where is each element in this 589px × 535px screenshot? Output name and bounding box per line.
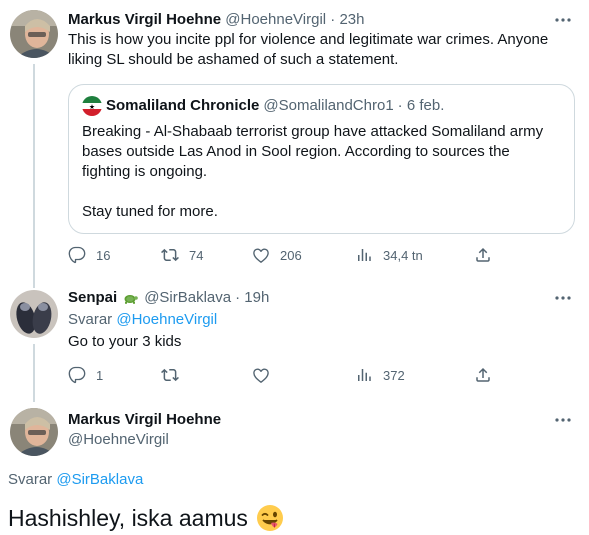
tweet-header: Senpai @SirBaklava · 19h <box>68 288 269 308</box>
reply-icon <box>68 366 86 384</box>
quoted-tweet[interactable]: Somaliland Chronicle @SomalilandChro1 · … <box>68 84 575 234</box>
timestamp[interactable]: · 19h <box>235 288 269 308</box>
action-bar: 16 74 206 34,4 tn <box>68 245 498 265</box>
share-icon <box>476 247 490 262</box>
avatar[interactable] <box>10 10 58 58</box>
like-button[interactable] <box>252 365 280 385</box>
retweet-button[interactable]: 74 <box>161 245 203 265</box>
retweet-icon <box>161 248 179 262</box>
views-icon <box>358 369 371 381</box>
quote-timestamp[interactable]: · 6 feb. <box>398 96 445 116</box>
reply-count: 16 <box>96 247 111 263</box>
share-button[interactable] <box>474 245 492 265</box>
reply-count: 1 <box>96 367 104 383</box>
views-icon <box>358 249 371 261</box>
views-button[interactable]: 372 <box>355 365 405 385</box>
heart-icon <box>253 248 269 263</box>
tweet-text: This is how you incite ppl for violence … <box>68 31 549 68</box>
avatar[interactable] <box>10 408 58 456</box>
author-block: Markus Virgil Hoehne @HoehneVirgil <box>68 410 221 450</box>
author-handle[interactable]: @HoehneVirgil <box>68 430 221 450</box>
reply-to-link[interactable]: @HoehneVirgil <box>116 311 217 328</box>
quote-header: Somaliland Chronicle @SomalilandChro1 · … <box>82 96 444 116</box>
reply-prefix: Svarar <box>68 311 113 328</box>
flag-avatar <box>82 96 102 116</box>
quote-author-name[interactable]: Somaliland Chronicle <box>106 96 259 116</box>
author-handle[interactable]: @SirBaklava <box>144 288 231 308</box>
tweet-2[interactable]: Senpai @SirBaklava · 19h Svarar @HoehneV… <box>0 280 589 402</box>
tweet-1[interactable]: Markus Virgil Hoehne @HoehneVirgil · 23h… <box>0 0 589 288</box>
author-name[interactable]: Markus Virgil Hoehne <box>68 410 221 430</box>
more-horizontal-icon[interactable] <box>553 410 573 430</box>
retweet-icon <box>161 368 179 382</box>
share-icon <box>476 367 490 382</box>
share-button[interactable] <box>474 365 492 385</box>
timestamp[interactable]: · 23h <box>330 11 364 28</box>
like-count: 206 <box>280 247 302 263</box>
thread-line <box>33 64 35 288</box>
more-horizontal-icon[interactable] <box>553 10 573 30</box>
tweet-header: Markus Virgil Hoehne @HoehneVirgil · 23h <box>68 10 365 30</box>
retweet-count: 74 <box>189 247 204 263</box>
more-horizontal-icon[interactable] <box>553 288 573 308</box>
retweet-button[interactable] <box>161 365 189 385</box>
quote-text-line: Stay tuned for more. <box>82 203 218 220</box>
quote-text-line: Breaking - Al-Shabaab terrorist group ha… <box>82 123 544 180</box>
winking-face-with-tongue-emoji <box>256 504 284 532</box>
views-count: 34,4 tn <box>383 247 423 263</box>
like-button[interactable]: 206 <box>252 245 302 265</box>
author-name[interactable]: Senpai <box>68 288 117 308</box>
avatar[interactable] <box>10 290 58 338</box>
tweet-text: Go to your 3 kids <box>68 333 182 350</box>
views-button[interactable]: 34,4 tn <box>355 245 423 265</box>
reply-context: Svarar @SirBaklava <box>8 470 143 490</box>
reply-icon <box>68 246 86 264</box>
action-bar: 1 372 <box>68 365 498 385</box>
tweet-text: Hashishley, iska aamus <box>8 505 248 531</box>
views-count: 372 <box>383 367 405 383</box>
quote-author-handle[interactable]: @SomalilandChro1 <box>263 96 393 116</box>
author-name[interactable]: Markus Virgil Hoehne <box>68 11 221 28</box>
reply-button[interactable]: 16 <box>68 245 110 265</box>
reply-prefix: Svarar <box>8 471 53 488</box>
quote-text: Breaking - Al-Shabaab terrorist group ha… <box>82 122 562 222</box>
reply-to-link[interactable]: @SirBaklava <box>56 471 143 488</box>
reply-button[interactable]: 1 <box>68 365 103 385</box>
reply-context: Svarar @HoehneVirgil <box>68 310 573 330</box>
author-handle[interactable]: @HoehneVirgil <box>225 11 326 28</box>
thread-line <box>33 344 35 402</box>
heart-icon <box>253 368 269 383</box>
turtle-emoji <box>122 290 138 306</box>
focused-tweet-text-row: Hashishley, iska aamus <box>8 503 284 533</box>
